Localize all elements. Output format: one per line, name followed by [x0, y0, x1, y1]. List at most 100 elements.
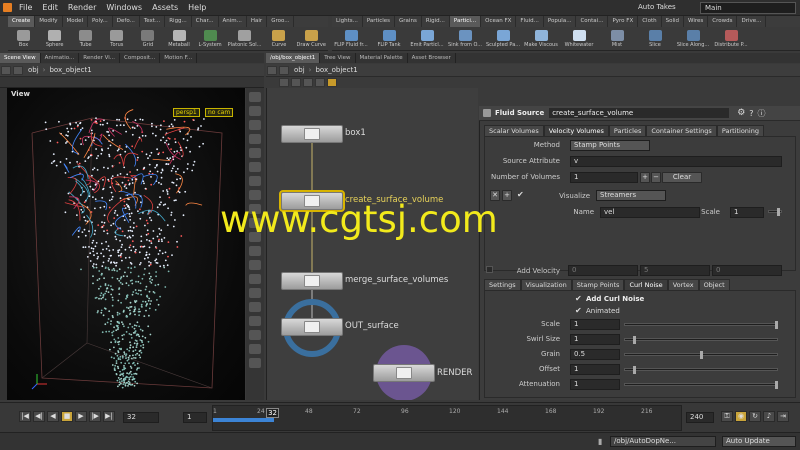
- end-frame-field[interactable]: 240: [686, 412, 714, 423]
- shelf-tab-rigg[interactable]: Rigg...: [165, 16, 192, 27]
- shelf-tab-modify[interactable]: Modify: [35, 16, 63, 27]
- clear-button[interactable]: Clear: [662, 172, 702, 183]
- audio-icon[interactable]: ♪: [763, 411, 775, 422]
- pane-tab-render-vi[interactable]: Render Vi...: [79, 53, 121, 63]
- stop-icon[interactable]: ■: [61, 411, 73, 422]
- checkmark-icon[interactable]: ✔: [575, 294, 582, 303]
- key-icon[interactable]: ⚿: [721, 411, 733, 422]
- node-render[interactable]: [373, 364, 435, 382]
- pane-tab-tree-view[interactable]: Tree View: [320, 53, 356, 63]
- tool-tube[interactable]: Tube: [72, 29, 99, 48]
- frame-icon[interactable]: [249, 106, 261, 116]
- shelf-tab-crowds[interactable]: Crowds: [708, 16, 738, 27]
- tool-flip-tank[interactable]: FLIP Tank: [372, 29, 406, 48]
- stats-icon[interactable]: [249, 344, 261, 354]
- tool-slice[interactable]: Slice: [638, 29, 672, 48]
- shelf-tab-popula[interactable]: Popula...: [544, 16, 577, 27]
- menu-render[interactable]: Render: [63, 0, 101, 16]
- ref-icon[interactable]: [249, 260, 261, 270]
- wire-icon[interactable]: [249, 176, 261, 186]
- shelf-tab-model[interactable]: Model: [63, 16, 89, 27]
- help-icon[interactable]: ?: [749, 109, 753, 118]
- forward-icon[interactable]: [13, 65, 23, 75]
- path-root[interactable]: obj: [290, 66, 309, 74]
- path-root[interactable]: obj: [24, 66, 43, 74]
- pane-tab-composit[interactable]: Composit...: [120, 53, 161, 63]
- tool-slice-along[interactable]: Slice Along...: [676, 29, 710, 48]
- menu-edit[interactable]: Edit: [37, 0, 63, 16]
- curl-attenuation-slider[interactable]: [624, 381, 778, 389]
- lock-icon[interactable]: [249, 120, 261, 130]
- shelf-tab-groo[interactable]: Groo...: [267, 16, 295, 27]
- range-icon[interactable]: ⇥: [777, 411, 789, 422]
- more-icon[interactable]: [249, 358, 261, 368]
- shelf-tab-grains[interactable]: Grains: [395, 16, 422, 27]
- realtime-icon[interactable]: ◉: [735, 411, 747, 422]
- timeline-scrubber[interactable]: 1 24 48 72 96 120 144 168 192 216 32: [212, 405, 682, 431]
- shelf-tab-lights[interactable]: Lights...: [332, 16, 363, 27]
- shelf-tab-contai[interactable]: Contai...: [576, 16, 609, 27]
- play-icon[interactable]: ▶: [75, 411, 87, 422]
- shelf-tab-poly[interactable]: Poly...: [88, 16, 113, 27]
- shelf-tab-create[interactable]: Create: [8, 16, 36, 27]
- loop-icon[interactable]: ↻: [749, 411, 761, 422]
- minus-button[interactable]: −: [651, 172, 661, 183]
- tool-box[interactable]: Box: [10, 29, 37, 48]
- curl-grain-slider[interactable]: [624, 351, 778, 359]
- start-frame-field[interactable]: 1: [183, 412, 207, 423]
- back-icon[interactable]: [267, 65, 277, 75]
- curl-scale-slider[interactable]: [624, 321, 778, 329]
- shelf-tab-defo[interactable]: Defo...: [113, 16, 140, 27]
- tool-grid[interactable]: Grid: [134, 29, 161, 48]
- auto-dop-path[interactable]: /obj/AutoDopNe...: [610, 436, 716, 447]
- menu-file[interactable]: File: [14, 0, 37, 16]
- tool-torus[interactable]: Torus: [103, 29, 130, 48]
- flip-icon[interactable]: [249, 316, 261, 326]
- tool-sculpted-pa[interactable]: Sculpted Pa...: [486, 29, 520, 48]
- ortho-icon[interactable]: [249, 274, 261, 284]
- tool-l-system[interactable]: L-System: [197, 29, 224, 48]
- shelf-tab-anim[interactable]: Anim...: [219, 16, 247, 27]
- menu-assets[interactable]: Assets: [147, 0, 183, 16]
- shelf-tab-wires[interactable]: Wires: [684, 16, 709, 27]
- pane-tab-obj-box-object1[interactable]: /obj/box_object1: [266, 53, 321, 63]
- tool-curve[interactable]: Curve: [265, 29, 292, 48]
- node-box1[interactable]: [281, 125, 343, 143]
- scene-viewport[interactable]: View persp1 no cam: [7, 88, 245, 400]
- shelf-tab-fluid[interactable]: Fluid...: [516, 16, 544, 27]
- play-reverse-icon[interactable]: ◀: [47, 411, 59, 422]
- curl-scale-field[interactable]: 1: [570, 319, 620, 330]
- path-node[interactable]: box_object1: [45, 66, 95, 74]
- tool-make-viscous[interactable]: Make Viscous: [524, 29, 558, 48]
- shelf-tab-hair[interactable]: Hair: [247, 16, 268, 27]
- back-icon[interactable]: [1, 65, 11, 75]
- current-frame-field[interactable]: 32: [123, 412, 159, 423]
- layout-icon[interactable]: [315, 78, 325, 87]
- auto-takes-toggle[interactable]: Auto Takes: [638, 3, 676, 11]
- list-view-icon[interactable]: [291, 78, 301, 87]
- auto-update-dropdown[interactable]: Auto Update: [722, 436, 796, 447]
- shelf-tab-text[interactable]: Text...: [140, 16, 166, 27]
- tool-sink-from-o[interactable]: Sink from O...: [448, 29, 482, 48]
- desktop-selector[interactable]: Main: [700, 2, 796, 14]
- plus-button[interactable]: +: [640, 172, 650, 183]
- tool-emit-particl[interactable]: Emit Particl...: [410, 29, 444, 48]
- step-forward-icon[interactable]: |▶: [89, 411, 101, 422]
- source-attribute-field[interactable]: v: [570, 156, 782, 167]
- shelf-tab-char[interactable]: Char...: [192, 16, 219, 27]
- curl-swirl-size-slider[interactable]: [624, 336, 778, 344]
- tool-whitewater[interactable]: Whitewater: [562, 29, 596, 48]
- tool-sphere[interactable]: Sphere: [41, 29, 68, 48]
- curl-offset-slider[interactable]: [624, 366, 778, 374]
- note-icon[interactable]: [327, 78, 337, 87]
- forward-icon[interactable]: [279, 65, 289, 75]
- display-icon[interactable]: [249, 162, 261, 172]
- menu-windows[interactable]: Windows: [101, 0, 147, 16]
- axis-icon[interactable]: [249, 246, 261, 256]
- number-of-volumes-field[interactable]: 1: [570, 172, 638, 183]
- scale-field[interactable]: 1: [730, 207, 764, 218]
- shelf-tab-drive[interactable]: Drive...: [737, 16, 767, 27]
- scale-slider[interactable]: [768, 208, 782, 216]
- pane-tab-material-palette[interactable]: Material Palette: [356, 53, 408, 63]
- network-editor[interactable]: box1 create_surface_volume merge_surface…: [266, 88, 478, 400]
